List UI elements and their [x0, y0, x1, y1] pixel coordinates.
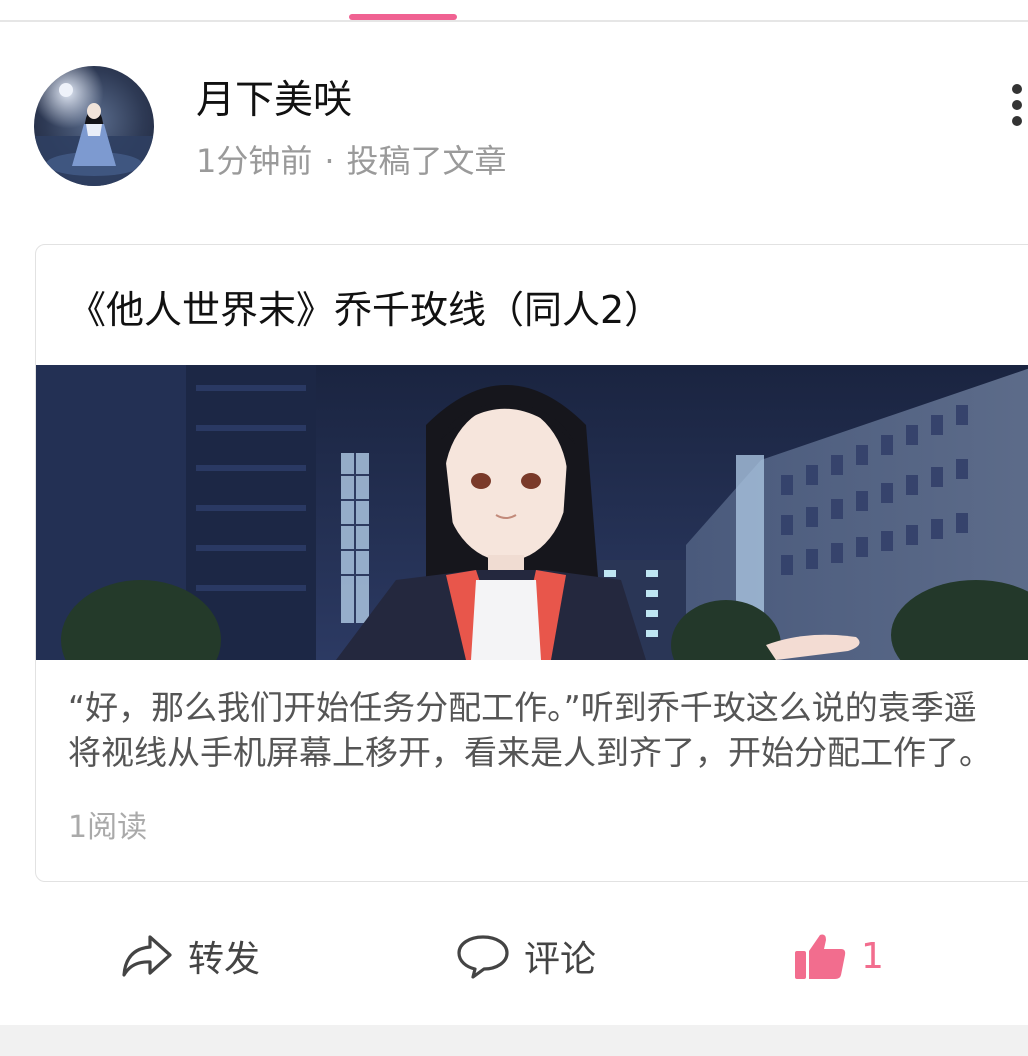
like-button[interactable]: 1 [793, 926, 884, 986]
article-title[interactable]: 《他人世界末》乔千玫线（同人2） [68, 285, 662, 335]
bottom-separator [0, 1025, 1028, 1056]
article-card[interactable]: 《他人世界末》乔千玫线（同人2） “好，那么我们开始任务分配工作。”听到乔千玫这… [35, 244, 1028, 882]
comment-button[interactable]: 评论 [456, 926, 596, 986]
post-action-text: 投稿了文章 [346, 142, 507, 180]
more-vertical-icon [1012, 84, 1022, 126]
thumbs-up-icon [793, 931, 847, 981]
article-excerpt: “好，那么我们开始任务分配工作。”听到乔千玫这么说的袁季遥将视线从手机屏幕上移开… [68, 688, 992, 772]
author-avatar[interactable] [34, 66, 154, 186]
comment-bubble-icon [456, 933, 510, 979]
share-arrow-icon [120, 933, 174, 979]
share-button[interactable]: 转发 [120, 926, 260, 986]
post-page: 月下美咲 1分钟前 · 投稿了文章 《他人世界末》乔千玫线（同人2） “好，那么… [0, 0, 1028, 1056]
post-meta: 1分钟前 · 投稿了文章 [196, 140, 507, 182]
article-cover-image[interactable] [36, 365, 1028, 660]
active-tab-indicator [349, 14, 457, 20]
read-count: 1阅读 [68, 810, 148, 845]
meta-separator: · [324, 142, 335, 180]
comment-label: 评论 [524, 939, 597, 980]
author-name[interactable]: 月下美咲 [196, 76, 352, 126]
more-options-button[interactable] [1006, 80, 1028, 130]
tab-divider [0, 20, 1028, 22]
like-count: 1 [861, 935, 884, 977]
share-label: 转发 [188, 939, 261, 980]
post-time: 1分钟前 [196, 142, 313, 180]
